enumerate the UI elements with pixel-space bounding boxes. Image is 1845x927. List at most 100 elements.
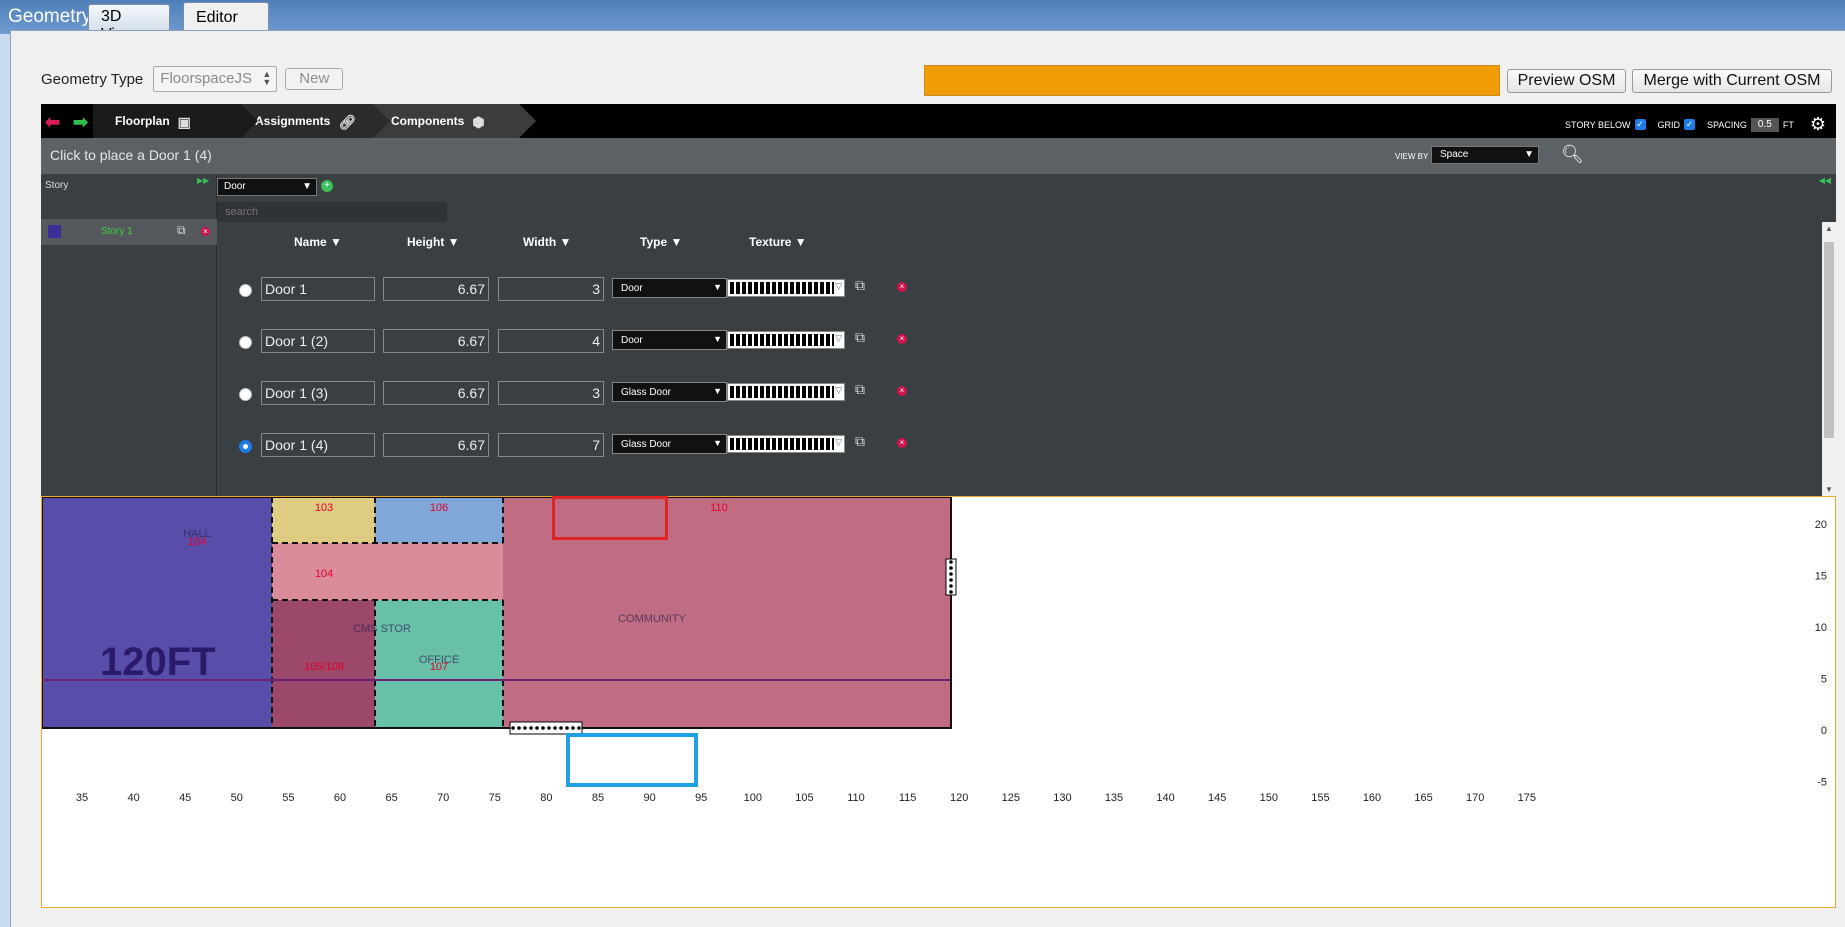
scroll-up-icon[interactable]: ▲ (1825, 224, 1833, 233)
floorplan-icon: ▣ (177, 113, 191, 130)
door-dot (949, 566, 953, 570)
search-input[interactable] (217, 202, 447, 222)
type-value: Glass Door (621, 387, 672, 398)
view-by-select[interactable]: Space ▼ (1431, 146, 1539, 164)
texture-select[interactable]: ▽ (727, 331, 845, 349)
type-select[interactable]: Door ▼ (612, 330, 727, 350)
col-width[interactable]: Width ▼ (523, 235, 571, 249)
story-row[interactable]: Story 1 ⧉ × (41, 219, 217, 245)
delete-icon[interactable]: × (897, 334, 907, 344)
redo-icon[interactable]: ➡ (73, 112, 88, 133)
type-select[interactable]: Glass Door ▼ (612, 434, 727, 454)
progress-bar (924, 65, 1500, 96)
name-input[interactable]: Door 1 (261, 277, 375, 301)
row-radio[interactable] (239, 284, 252, 297)
y-tick-label: -5 (1817, 777, 1827, 789)
delete-icon[interactable]: × (897, 438, 907, 448)
copy-icon[interactable]: ⧉ (855, 277, 865, 294)
tab-3d-view[interactable]: 3D View (88, 4, 170, 43)
type-value: Door (621, 283, 643, 294)
collapse-arrows-icon[interactable]: ◀◀ (1819, 176, 1831, 185)
row-radio[interactable] (239, 388, 252, 401)
x-tick-label: 45 (179, 792, 191, 804)
scroll-thumb[interactable] (1824, 242, 1834, 438)
height-input[interactable]: 6.67 (383, 433, 489, 457)
width-input[interactable]: 4 (498, 329, 604, 353)
door-dot (529, 726, 533, 730)
editor-panel: Geometry Type FloorspaceJS ▲ ▼ New Previe… (10, 30, 1845, 927)
height-input[interactable]: 6.67 (383, 381, 489, 405)
link-icon: 🔗︎ (338, 113, 357, 130)
height-input[interactable]: 6.67 (383, 277, 489, 301)
col-height[interactable]: Height ▼ (407, 235, 460, 249)
width-highlight-box (552, 496, 668, 540)
width-input[interactable]: 3 (498, 277, 604, 301)
copy-icon[interactable]: ⧉ (855, 329, 865, 346)
scroll-down-icon[interactable]: ▼ (1825, 485, 1833, 494)
height-input[interactable]: 6.67 (383, 329, 489, 353)
scale-text: 120FT (100, 640, 216, 684)
texture-select[interactable]: ▽ (727, 435, 845, 453)
crumb-components[interactable]: Components ⬢ (369, 104, 536, 138)
chevron-down-icon: ▼ (713, 438, 722, 448)
type-select[interactable]: Glass Door ▼ (612, 382, 727, 402)
merge-osm-button[interactable]: Merge with Current OSM (1632, 69, 1832, 93)
grid-checkbox[interactable]: ✓ (1684, 119, 1696, 130)
add-icon[interactable]: + (321, 180, 333, 192)
geometry-type-select[interactable]: FloorspaceJS ▲ ▼ (153, 66, 278, 92)
x-tick-label: 120 (950, 792, 968, 804)
crumb-floorplan[interactable]: Floorplan ▣ (93, 104, 258, 138)
x-tick-label: 105 (795, 792, 813, 804)
new-button[interactable]: New (285, 68, 344, 90)
scrollbar[interactable]: ▲ ▼ (1822, 222, 1836, 496)
col-name[interactable]: Name ▼ (294, 235, 342, 249)
door-highlight-box (566, 733, 698, 787)
copy-icon[interactable]: ⧉ (855, 433, 865, 450)
door-dot (577, 726, 581, 730)
spacing-input[interactable] (1750, 117, 1779, 132)
texture-select[interactable]: ▽ (727, 383, 845, 401)
x-tick-label: 160 (1363, 792, 1381, 804)
row-radio[interactable] (239, 336, 252, 349)
name-input[interactable]: Door 1 (2) (261, 329, 375, 353)
width-input[interactable]: 7 (498, 433, 604, 457)
floorplan-svg[interactable]: 104103 106104105/108 107110HALLCMS STOROFF… (42, 497, 1836, 908)
x-tick-label: 55 (282, 792, 294, 804)
copy-icon[interactable]: ⧉ (177, 223, 186, 238)
x-tick-label: 165 (1414, 792, 1432, 804)
status-text: Click to place a Door 1 (4) (50, 147, 212, 163)
delete-icon[interactable]: × (897, 386, 907, 396)
gear-icon[interactable]: ⚙ (1810, 114, 1826, 135)
preview-osm-button[interactable]: Preview OSM (1507, 69, 1626, 93)
delete-icon[interactable]: × (897, 282, 907, 292)
table-row[interactable]: Door 1 6.67 3 Door ▼ ▽ ⧉ × (217, 273, 1822, 309)
row-radio[interactable] (239, 440, 252, 453)
component-type-select[interactable]: Door ▼ (217, 178, 317, 196)
texture-select[interactable]: ▽ (727, 279, 845, 297)
type-select[interactable]: Door ▼ (612, 278, 727, 298)
room-name: CMS STOR (353, 623, 411, 635)
undo-icon[interactable]: ⬅ (45, 112, 60, 133)
copy-icon[interactable]: ⧉ (855, 381, 865, 398)
x-tick-label: 150 (1260, 792, 1278, 804)
table-row[interactable]: Door 1 (2) 6.67 4 Door ▼ ▽ ⧉ × (217, 325, 1822, 361)
width-input[interactable]: 3 (498, 381, 604, 405)
expand-arrows-icon[interactable]: ▶▶ (197, 176, 209, 185)
floorplan-canvas[interactable]: 104 103 106 104 105/108 107 110 HALL CMS STOR OFF… (41, 496, 1836, 908)
table-row[interactable]: Door 1 (3) 6.67 3 Glass Door ▼ ▽ ⧉ × (217, 377, 1822, 413)
y-tick-label: 20 (1815, 519, 1827, 531)
delete-icon[interactable]: × (201, 227, 210, 236)
col-texture[interactable]: Texture ▼ (749, 235, 807, 249)
col-type[interactable]: Type ▼ (640, 235, 682, 249)
door-dot (559, 726, 563, 730)
view-by-value: Space (1440, 149, 1469, 160)
y-tick-label: 10 (1815, 622, 1827, 634)
zoom-icon[interactable]: 🔍︎ (1561, 144, 1584, 165)
story-below-checkbox[interactable]: ✓ (1634, 119, 1646, 130)
x-tick-label: 170 (1466, 792, 1484, 804)
name-input[interactable]: Door 1 (4) (261, 433, 375, 457)
table-row[interactable]: Door 1 (4) 6.67 7 Glass Door ▼ ▽ ⧉ × (217, 429, 1822, 465)
x-tick-label: 90 (643, 792, 655, 804)
texture-pattern (730, 282, 834, 294)
name-input[interactable]: Door 1 (3) (261, 381, 375, 405)
